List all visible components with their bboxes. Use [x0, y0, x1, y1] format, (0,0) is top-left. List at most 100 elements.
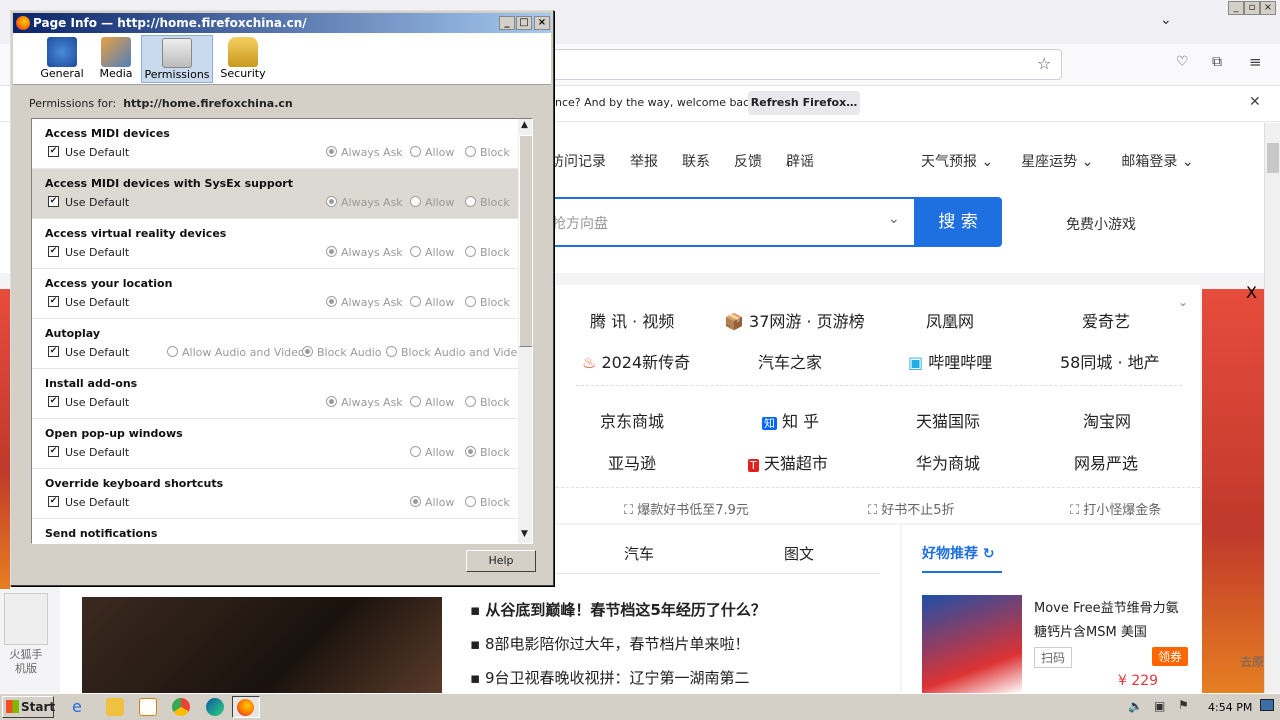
top-link[interactable]: 联系 [682, 151, 710, 171]
promo-link[interactable]: ⛶ 好书不止5折 [868, 499, 955, 518]
left-banner[interactable] [0, 289, 10, 589]
radio-block[interactable]: Block [465, 296, 510, 309]
radio-allow[interactable]: Allow [410, 396, 454, 409]
menu-icon[interactable]: ≡ [1249, 53, 1262, 71]
radio-block[interactable]: Block [465, 446, 510, 459]
grid-link[interactable]: 爱奇艺 [1082, 308, 1130, 332]
promo-link[interactable]: ⛶ 爆款好书低至7.9元 [624, 499, 749, 518]
minimize-button[interactable]: _ [1228, 1, 1244, 15]
top-link[interactable]: 反馈 [734, 151, 762, 171]
use-default-checkbox[interactable]: ✔ [48, 196, 59, 207]
radio-allow-audio-video[interactable]: Allow Audio and Video [167, 346, 305, 359]
maximize-button[interactable]: ▫ [1244, 1, 1260, 15]
use-default-checkbox[interactable]: ✔ [48, 496, 59, 507]
refresh-icon[interactable]: ↻ [983, 546, 995, 562]
scan-button[interactable]: 扫码 [1034, 647, 1073, 668]
bookmark-star-icon[interactable]: ☆ [1037, 54, 1051, 73]
network-icon[interactable]: ▣ [1154, 699, 1165, 713]
radio-block[interactable]: Block [465, 396, 510, 409]
radio-allow[interactable]: Allow [410, 446, 454, 459]
site-search-button[interactable]: 搜 索 [914, 197, 1002, 247]
tab-permissions[interactable]: Permissions [141, 35, 213, 83]
help-button[interactable]: Help [466, 550, 536, 572]
radio-block[interactable]: Block [465, 496, 510, 509]
grid-link[interactable]: 天猫国际 [916, 408, 980, 432]
dialog-minimize-button[interactable]: _ [499, 16, 515, 30]
url-bar[interactable]: ☆ [540, 49, 1062, 80]
use-default-checkbox[interactable]: ✔ [48, 346, 59, 357]
show-desktop-icon[interactable] [1260, 699, 1274, 711]
grid-link[interactable]: 知 知 乎 [762, 408, 819, 432]
tab-media[interactable]: Media [95, 35, 137, 83]
mail-link[interactable]: 邮箱登录 ⌄ [1121, 151, 1193, 171]
refresh-firefox-button[interactable]: Refresh Firefox… [748, 91, 860, 115]
dialog-titlebar[interactable]: Page Info — http://home.firefoxchina.cn/… [13, 13, 551, 33]
radio-block[interactable]: Block [465, 146, 510, 159]
radio-allow[interactable]: Allow [410, 246, 454, 259]
firefox-task-button[interactable] [232, 696, 260, 718]
tab-general[interactable]: General [39, 35, 85, 83]
use-default-checkbox[interactable]: ✔ [48, 146, 59, 157]
scroll-up-icon[interactable]: ▲ [521, 120, 528, 130]
site-search-input[interactable]: 抢方向盘 ⌄ [540, 197, 914, 247]
free-games-link[interactable]: 免费小游戏 [1066, 214, 1136, 234]
volume-icon[interactable]: 🔈 [1128, 699, 1143, 713]
close-button[interactable]: × [1260, 1, 1276, 15]
product-name[interactable]: Move Free益节维骨力氨糖钙片含MSM 美国 [1034, 597, 1184, 645]
grid-link[interactable]: 华为商城 [916, 450, 980, 474]
tab-security[interactable]: Security [219, 35, 267, 83]
folder-icon[interactable] [106, 698, 124, 716]
right-banner[interactable] [1202, 289, 1264, 693]
collapse-icon[interactable]: ⌄ [1178, 295, 1188, 309]
radio-always-ask[interactable]: Always Ask [326, 196, 403, 209]
radio-always-ask[interactable]: Always Ask [326, 146, 403, 159]
news-item[interactable]: ▪ 9台卫视春晚收视拼：辽宁第一湖南第二 [470, 667, 749, 688]
radio-allow[interactable]: Allow [410, 146, 454, 159]
use-default-checkbox[interactable]: ✔ [48, 446, 59, 457]
grid-link[interactable]: ♨ 2024新传奇 [582, 349, 690, 373]
grid-link[interactable]: ▣ 哔哩哔哩 [908, 349, 992, 373]
dialog-close-button[interactable]: × [534, 16, 550, 30]
news-item[interactable]: ▪ 8部电影陪你过大年，春节档片单来啦！ [470, 633, 749, 654]
list-tabs-icon[interactable]: ⌄ [1160, 12, 1172, 28]
close-ad-icon[interactable]: X [1246, 283, 1257, 302]
radio-block[interactable]: Block [465, 246, 510, 259]
promo-link[interactable]: ⛶ 打小怪爆金条 [1070, 499, 1161, 518]
radio-always-ask[interactable]: Always Ask [326, 296, 403, 309]
radio-block-audio-video[interactable]: Block Audio and Video [386, 346, 524, 359]
radio-block-audio[interactable]: Block Audio [302, 346, 382, 359]
horoscope-link[interactable]: 星座运势 ⌄ [1021, 151, 1093, 171]
permissions-list[interactable]: Access MIDI devices ✔ Use Default Always… [31, 118, 533, 544]
top-link[interactable]: 辟谣 [786, 151, 814, 171]
grid-link[interactable]: 凤凰网 [926, 308, 974, 332]
news-image[interactable] [82, 597, 442, 693]
tab-photos[interactable]: 图文 [784, 543, 814, 564]
grid-link[interactable]: 网易严选 [1074, 450, 1138, 474]
scrollbar-thumb[interactable] [1267, 143, 1279, 173]
weather-link[interactable]: 天气预报 ⌄ [921, 151, 993, 171]
grid-link[interactable]: 汽车之家 [758, 349, 822, 373]
page-scrollbar[interactable] [1264, 123, 1280, 693]
chevron-down-icon[interactable]: ⌄ [888, 211, 900, 227]
edge-icon[interactable] [206, 698, 224, 716]
top-link[interactable]: 举报 [630, 151, 658, 171]
headline[interactable]: ▪ 从谷底到巅峰！春节档这5年经历了什么？ [470, 599, 766, 620]
radio-allow[interactable]: Allow [410, 296, 454, 309]
top-link[interactable]: 访问记录 [550, 151, 606, 171]
coupon-button[interactable]: 领券 [1152, 647, 1189, 666]
grid-link[interactable]: 京东商城 [600, 408, 664, 432]
scroll-down-icon[interactable]: ▼ [521, 529, 528, 539]
list-scrollbar[interactable]: ▲ ▼ [518, 119, 532, 543]
grid-link[interactable]: 亚马逊 [608, 450, 656, 474]
start-button[interactable]: Start [2, 696, 55, 718]
tab-cars[interactable]: 汽车 [624, 543, 654, 564]
grid-link[interactable]: 腾 讯 · 视频 [590, 308, 674, 332]
pocket-icon[interactable]: ♡ [1176, 54, 1189, 70]
scrollbar-thumb[interactable] [519, 135, 532, 347]
close-notification-icon[interactable]: ✕ [1249, 94, 1261, 110]
flag-icon[interactable]: ⚑ [1178, 698, 1189, 712]
radio-allow[interactable]: Allow [410, 196, 454, 209]
use-default-checkbox[interactable]: ✔ [48, 246, 59, 257]
dialog-maximize-button[interactable]: □ [516, 16, 532, 30]
grid-link[interactable]: 📦 37网游 · 页游榜 [724, 308, 865, 332]
